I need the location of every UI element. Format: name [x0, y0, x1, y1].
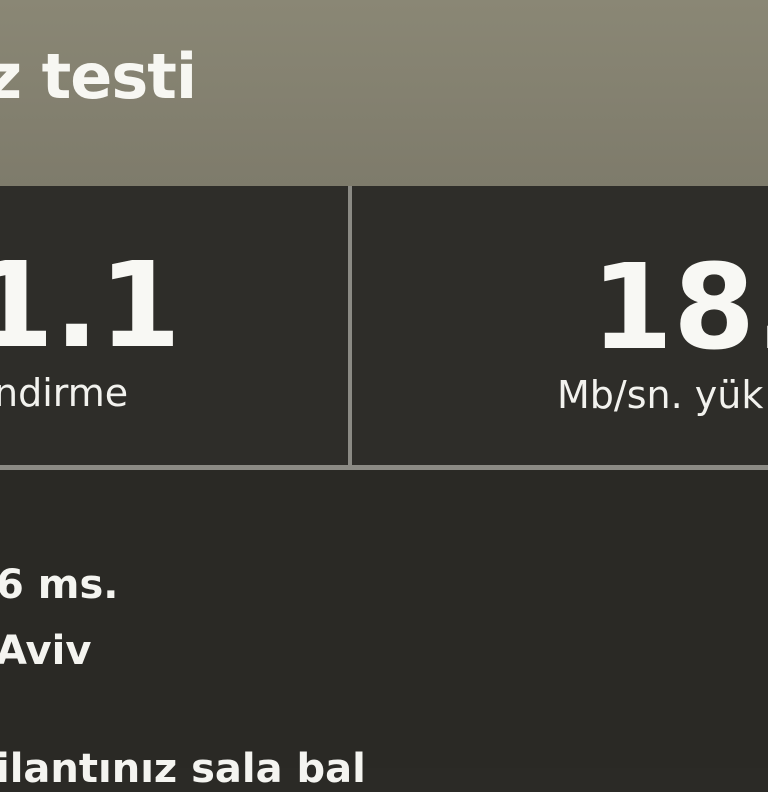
metrics-panel: 1.1 ndirme 18. Mb/sn. yük	[0, 186, 768, 470]
upload-value: 18.	[591, 238, 768, 376]
download-value: 1.1	[0, 236, 182, 374]
download-label: ndirme	[0, 371, 129, 415]
server-location: Aviv	[0, 628, 92, 674]
upload-label: Mb/sn. yük	[557, 373, 764, 417]
header-bar: z testi	[0, 0, 768, 186]
vertical-divider	[348, 186, 352, 472]
page-title: z testi	[0, 40, 197, 113]
download-metric: 1.1 ndirme	[0, 186, 348, 468]
ping-value: 6 ms.	[0, 562, 119, 608]
details-panel: 6 ms. Aviv ilantınız sala bal	[0, 470, 768, 792]
upload-metric: 18. Mb/sn. yük	[353, 186, 768, 468]
details-extra-text: ilantınız sala bal	[0, 746, 366, 792]
